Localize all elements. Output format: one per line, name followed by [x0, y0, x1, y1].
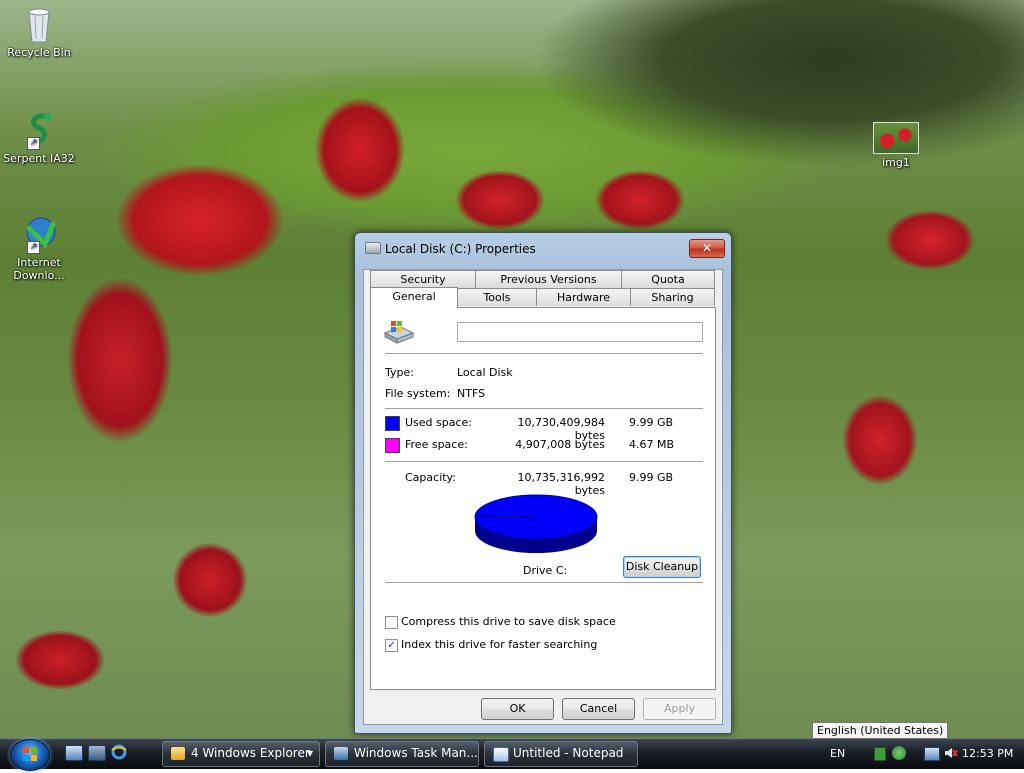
desktop-icon-internet-download[interactable]: ↗ Internet Downlo...: [1, 214, 77, 282]
divider: [385, 461, 703, 462]
recycle-bin-icon: [19, 4, 59, 44]
language-tooltip: English (United States): [812, 722, 949, 739]
capacity-size: 9.99 GB: [629, 471, 674, 484]
dialog-client-area: Security Previous Versions Quota General…: [363, 269, 723, 725]
tray-network-globe-icon[interactable]: [892, 746, 906, 760]
folder-icon: [171, 747, 185, 760]
index-label[interactable]: Index this drive for faster searching: [401, 638, 597, 651]
switch-windows-icon[interactable]: [88, 745, 106, 761]
task-label: Untitled - Notepad: [513, 746, 624, 760]
free-space-size: 4.67 MB: [629, 438, 675, 451]
desktop-icon-recycle-bin[interactable]: Recycle Bin: [1, 4, 77, 59]
shortcut-arrow-icon: ↗: [27, 137, 40, 150]
divider: [385, 408, 703, 409]
ok-button[interactable]: OK: [481, 698, 554, 720]
desktop-icon-serpent[interactable]: ↗ Serpent IA32: [1, 110, 77, 165]
taskbar-task-manager[interactable]: Windows Task Man...: [325, 741, 479, 767]
disk-usage-pie-chart: [474, 494, 598, 553]
serpent-icon: ↗: [19, 110, 59, 150]
tray-clock[interactable]: 12:53 PM: [962, 747, 1013, 760]
index-checkbox[interactable]: ✓: [385, 639, 398, 652]
task-label: Windows Task Man...: [354, 746, 478, 760]
chevron-down-icon: ▾: [306, 746, 313, 760]
language-indicator[interactable]: EN: [830, 747, 845, 760]
task-label: 4 Windows Explorer: [191, 746, 310, 760]
capacity-label: Capacity:: [405, 471, 456, 484]
close-icon: ✕: [701, 241, 713, 255]
taskbar-notepad[interactable]: Untitled - Notepad: [484, 741, 638, 767]
free-space-swatch: [385, 438, 400, 453]
check-icon: ✓: [387, 640, 396, 651]
divider: [385, 582, 703, 583]
system-tray: EN 12:53 PM: [820, 741, 1024, 767]
properties-dialog: Local Disk (C:) Properties ✕ Security Pr…: [354, 232, 732, 734]
file-system-value: NTFS: [457, 387, 486, 400]
type-value: Local Disk: [457, 366, 513, 379]
tab-security[interactable]: Security: [370, 270, 476, 288]
type-label: Type:: [385, 366, 414, 379]
recycle-bin-label: Recycle Bin: [7, 46, 71, 59]
compress-checkbox[interactable]: [385, 616, 398, 629]
start-button[interactable]: [10, 739, 50, 771]
general-tab-panel: Type: Local Disk File system: NTFS Used …: [370, 307, 716, 690]
img1-label: img1: [882, 156, 910, 169]
image-thumbnail-icon: [873, 122, 919, 154]
tab-hardware[interactable]: Hardware: [536, 288, 631, 306]
notepad-icon: [493, 747, 509, 762]
disk-cleanup-button[interactable]: Disk Cleanup: [623, 556, 701, 578]
internet-download-icon: ↗: [19, 214, 59, 254]
shortcut-arrow-icon: ↗: [27, 241, 40, 254]
close-button[interactable]: ✕: [689, 239, 725, 258]
used-space-label: Used space:: [405, 416, 473, 429]
drive-label: Drive C:: [523, 564, 568, 577]
drive-label-input[interactable]: [457, 322, 703, 342]
dialog-title: Local Disk (C:) Properties: [385, 242, 536, 256]
free-space-label: Free space:: [405, 438, 468, 451]
tab-quota[interactable]: Quota: [621, 270, 715, 288]
drive-icon: [365, 242, 381, 254]
internet-download-label: Internet Downlo...: [13, 256, 65, 282]
compress-label[interactable]: Compress this drive to save disk space: [401, 615, 616, 628]
free-space-bytes: 4,907,008 bytes: [515, 438, 605, 451]
tab-general[interactable]: General: [370, 287, 458, 308]
dialog-title-bar[interactable]: Local Disk (C:) Properties ✕: [355, 233, 731, 263]
used-space-size: 9.99 GB: [629, 416, 674, 429]
tray-volume-muted-icon[interactable]: [944, 746, 958, 760]
taskbar-windows-explorer[interactable]: 4 Windows Explorer ▾: [162, 741, 320, 767]
tab-sharing[interactable]: Sharing: [630, 288, 715, 306]
tab-previous-versions[interactable]: Previous Versions: [475, 270, 622, 288]
tray-network-icon[interactable]: [924, 747, 940, 761]
tray-security-icon[interactable]: [874, 747, 886, 761]
windows-logo-icon: [23, 747, 37, 761]
show-desktop-icon[interactable]: [65, 745, 83, 761]
file-system-label: File system:: [385, 387, 451, 400]
cancel-button[interactable]: Cancel: [562, 698, 635, 720]
serpent-label: Serpent IA32: [3, 152, 75, 165]
apply-button[interactable]: Apply: [643, 698, 716, 720]
tab-tools[interactable]: Tools: [457, 288, 537, 306]
used-space-swatch: [385, 416, 400, 431]
divider: [385, 353, 703, 354]
task-manager-icon: [334, 747, 348, 760]
drive-windows-icon: [383, 319, 415, 345]
desktop-icon-img1[interactable]: img1: [858, 122, 934, 169]
internet-explorer-icon[interactable]: [111, 744, 127, 760]
